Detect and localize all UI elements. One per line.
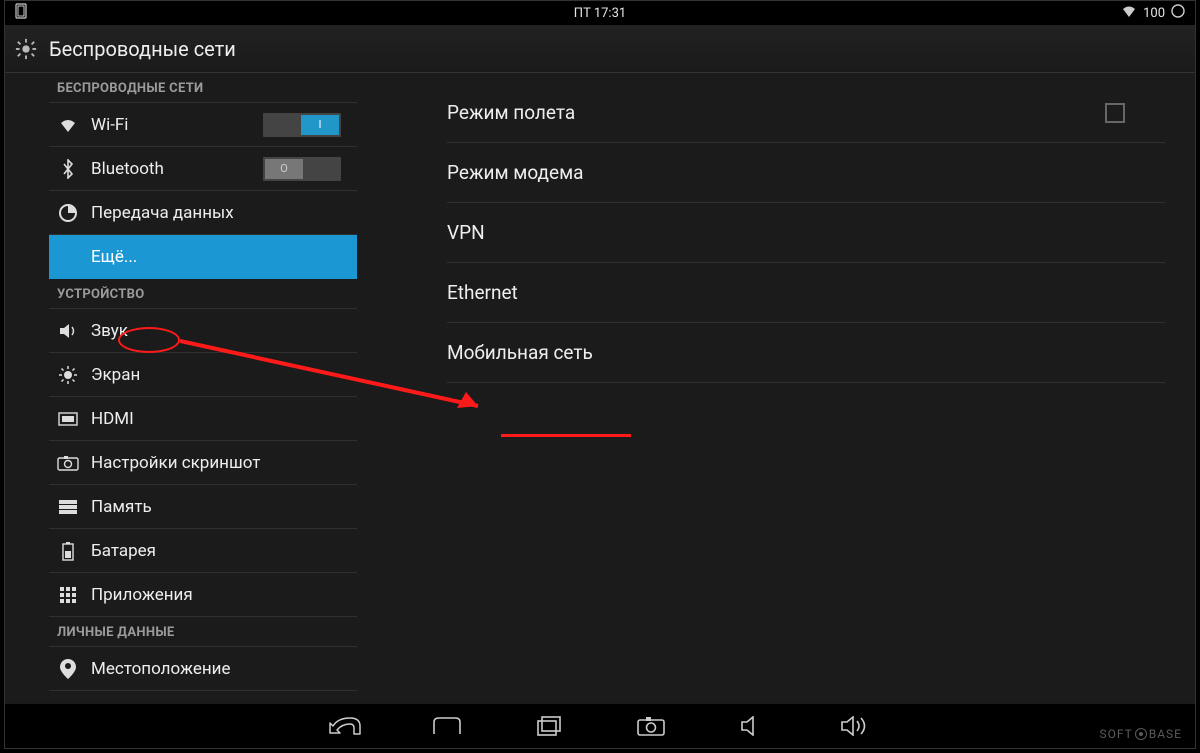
screenshot-button[interactable] bbox=[630, 712, 672, 740]
recent-button[interactable] bbox=[528, 712, 570, 740]
sidebar-item-location[interactable]: Местоположение bbox=[49, 647, 357, 691]
row-label: VPN bbox=[447, 221, 485, 244]
row-ethernet[interactable]: Ethernet bbox=[447, 263, 1165, 323]
brightness-icon bbox=[57, 364, 79, 386]
camera-icon bbox=[57, 452, 79, 474]
bluetooth-toggle[interactable]: O bbox=[263, 157, 341, 181]
sidebar-item-label: HDMI bbox=[91, 409, 134, 429]
page-title: Беспроводные сети bbox=[49, 37, 236, 61]
sidebar-item-label: Батарея bbox=[91, 541, 156, 561]
sidebar-item-label: Wi-Fi bbox=[91, 115, 128, 135]
sidebar-item-label: Передача данных bbox=[91, 203, 234, 223]
sidebar-item-storage[interactable]: Память bbox=[49, 485, 357, 529]
volume-up-button[interactable] bbox=[834, 712, 876, 740]
bluetooth-icon bbox=[57, 158, 79, 180]
row-mobile[interactable]: Мобильная сеть bbox=[447, 323, 1165, 383]
sound-icon bbox=[57, 320, 79, 342]
airplane-checkbox[interactable] bbox=[1105, 103, 1125, 123]
rotation-lock-icon bbox=[13, 3, 29, 23]
sidebar-item-label: Приложения bbox=[91, 585, 193, 605]
sidebar-item-hdmi[interactable]: HDMI bbox=[49, 397, 357, 441]
row-airplane[interactable]: Режим полета bbox=[447, 83, 1165, 143]
sidebar-item-screenshot[interactable]: Настройки скриншот bbox=[49, 441, 357, 485]
wifi-icon bbox=[57, 114, 79, 136]
status-time: ПТ 17:31 bbox=[574, 6, 626, 21]
sidebar-item-label: Ещё... bbox=[91, 247, 137, 267]
battery-level: 100 bbox=[1143, 6, 1165, 21]
battery-icon bbox=[57, 540, 79, 562]
hdmi-icon bbox=[57, 408, 79, 430]
battery-icon bbox=[1171, 4, 1185, 22]
sidebar-item-label: Bluetooth bbox=[91, 159, 164, 179]
sidebar-item-apps[interactable]: Приложения bbox=[49, 573, 357, 617]
sidebar-item-label: Экран bbox=[91, 365, 140, 385]
app-frame: ПТ 17:31 100 Беспроводные сети БЕСПРОВОД… bbox=[4, 0, 1196, 749]
row-vpn[interactable]: VPN bbox=[447, 203, 1165, 263]
wifi-icon bbox=[1121, 5, 1137, 21]
settings-icon bbox=[15, 38, 37, 60]
sidebar-item-bluetooth[interactable]: Bluetooth O bbox=[49, 147, 357, 191]
content-area: БЕСПРОВОДНЫЕ СЕТИ Wi-Fi I Bluetooth O bbox=[5, 73, 1195, 700]
title-bar: Беспроводные сети bbox=[5, 25, 1195, 73]
row-label: Режим полета bbox=[447, 101, 575, 124]
row-label: Режим модема bbox=[447, 161, 584, 184]
sidebar: БЕСПРОВОДНЫЕ СЕТИ Wi-Fi I Bluetooth O bbox=[5, 73, 357, 700]
sidebar-item-label: Настройки скриншот bbox=[91, 453, 260, 473]
back-button[interactable] bbox=[324, 712, 366, 740]
sidebar-item-battery[interactable]: Батарея bbox=[49, 529, 357, 573]
sidebar-item-more[interactable]: Ещё... bbox=[49, 235, 357, 279]
sidebar-item-sound[interactable]: Звук bbox=[49, 309, 357, 353]
watermark: SOFTBASE bbox=[1099, 726, 1182, 741]
sidebar-item-label: Местоположение bbox=[91, 659, 231, 679]
row-tether[interactable]: Режим модема bbox=[447, 143, 1165, 203]
status-bar: ПТ 17:31 100 bbox=[5, 1, 1195, 25]
wifi-toggle[interactable]: I bbox=[263, 113, 341, 137]
detail-pane: Режим полета Режим модема VPN Ethernet М… bbox=[357, 73, 1195, 700]
section-personal: ЛИЧНЫЕ ДАННЫЕ bbox=[49, 617, 357, 647]
data-usage-icon bbox=[57, 202, 79, 224]
sidebar-item-label: Память bbox=[91, 497, 152, 517]
row-label: Мобильная сеть bbox=[447, 341, 593, 364]
sidebar-item-label: Звук bbox=[91, 321, 128, 341]
blank-icon bbox=[57, 246, 79, 268]
home-button[interactable] bbox=[426, 712, 468, 740]
sidebar-item-display[interactable]: Экран bbox=[49, 353, 357, 397]
volume-down-button[interactable] bbox=[732, 712, 774, 740]
apps-icon bbox=[57, 584, 79, 606]
row-label: Ethernet bbox=[447, 281, 518, 304]
section-device: УСТРОЙСТВО bbox=[49, 279, 357, 309]
nav-bar bbox=[5, 704, 1195, 748]
sidebar-item-data[interactable]: Передача данных bbox=[49, 191, 357, 235]
sidebar-item-wifi[interactable]: Wi-Fi I bbox=[49, 103, 357, 147]
location-icon bbox=[57, 658, 79, 680]
storage-icon bbox=[57, 496, 79, 518]
section-wireless: БЕСПРОВОДНЫЕ СЕТИ bbox=[49, 73, 357, 103]
